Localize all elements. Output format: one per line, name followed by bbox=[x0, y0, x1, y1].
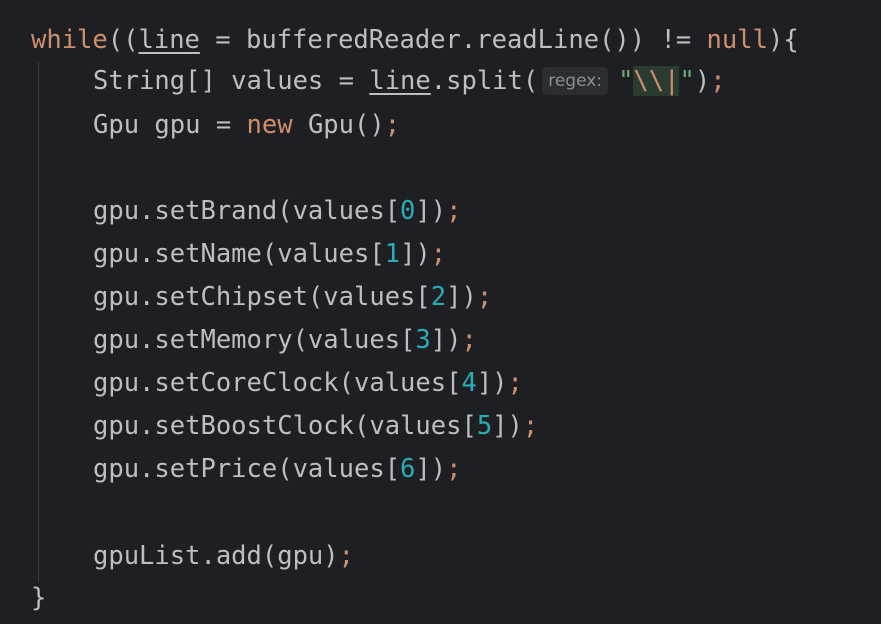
string-escape: \\| bbox=[633, 66, 680, 96]
variable-line: line bbox=[138, 25, 200, 55]
code-editor[interactable]: while((line = bufferedReader.readLine())… bbox=[0, 0, 881, 624]
semicolon: ; bbox=[710, 66, 726, 96]
string-quote: " bbox=[618, 66, 634, 96]
code-text: ]) bbox=[446, 282, 477, 312]
semicolon: ; bbox=[476, 282, 493, 312]
code-text: ){ bbox=[767, 25, 799, 55]
variable-line: line bbox=[369, 66, 431, 96]
semicolon: ; bbox=[338, 541, 354, 571]
code-text: gpu.setChipset(values[ bbox=[93, 282, 431, 312]
index-number: 4 bbox=[461, 368, 477, 398]
code-line-new-gpu[interactable]: Gpu gpu = new Gpu(); bbox=[93, 104, 400, 147]
semicolon: ; bbox=[522, 411, 539, 441]
code-text: gpu.setBrand(values[ bbox=[93, 196, 401, 226]
code-line-set-memory[interactable]: gpu.setMemory(values[3]); bbox=[93, 319, 477, 362]
code-text: Gpu() bbox=[292, 110, 385, 140]
indent-guide bbox=[38, 62, 39, 582]
semicolon: ; bbox=[384, 110, 401, 140]
code-line-set-name[interactable]: gpu.setName(values[1]); bbox=[93, 233, 446, 276]
code-text: ]) bbox=[415, 196, 447, 226]
code-line-while[interactable]: while((line = bufferedReader.readLine())… bbox=[31, 19, 799, 62]
semicolon: ; bbox=[430, 239, 447, 269]
code-text: gpu.setMemory(values[ bbox=[93, 325, 416, 355]
code-line-gpu-list-add[interactable]: gpuList.add(gpu); bbox=[93, 535, 354, 578]
code-text: = bufferedReader.readLine()) != bbox=[199, 25, 707, 55]
code-text: ) bbox=[694, 66, 711, 96]
semicolon: ; bbox=[507, 368, 523, 398]
keyword-new: new bbox=[246, 110, 293, 140]
code-text: gpu.setName(values[ bbox=[93, 239, 385, 269]
index-number: 3 bbox=[415, 325, 431, 355]
code-line-set-price[interactable]: gpu.setPrice(values[6]); bbox=[93, 448, 461, 491]
keyword-while: while bbox=[31, 25, 108, 55]
code-text: gpu.setCoreClock(values[ bbox=[93, 368, 462, 398]
code-text: Gpu gpu = bbox=[93, 110, 247, 140]
code-text: ]) bbox=[400, 239, 431, 269]
index-number: 1 bbox=[384, 239, 401, 269]
keyword-null: null bbox=[706, 25, 768, 55]
parameter-hint: regex: bbox=[542, 67, 609, 95]
index-number: 2 bbox=[430, 282, 447, 312]
semicolon: ; bbox=[446, 454, 462, 484]
code-line-set-brand[interactable]: gpu.setBrand(values[0]); bbox=[93, 190, 461, 233]
code-text: String[] values = bbox=[93, 66, 370, 96]
index-number: 5 bbox=[476, 411, 493, 441]
code-text: (( bbox=[107, 25, 139, 55]
code-text: ]) bbox=[430, 325, 462, 355]
code-text: ]) bbox=[492, 411, 523, 441]
code-line-split[interactable]: String[] values = line.split(regex: "\\|"… bbox=[93, 60, 726, 103]
closing-brace: } bbox=[31, 583, 47, 613]
code-line-set-boost-clock[interactable]: gpu.setBoostClock(values[5]); bbox=[93, 405, 538, 448]
code-text: gpu.setBoostClock(values[ bbox=[93, 411, 477, 441]
code-line-set-chipset[interactable]: gpu.setChipset(values[2]); bbox=[93, 276, 492, 319]
semicolon: ; bbox=[446, 196, 462, 226]
code-line-closing-brace[interactable]: } bbox=[31, 577, 46, 620]
code-line-set-core-clock[interactable]: gpu.setCoreClock(values[4]); bbox=[93, 362, 523, 405]
index-number: 6 bbox=[400, 454, 416, 484]
code-text: gpuList.add(gpu) bbox=[93, 541, 339, 571]
code-text: .split( bbox=[430, 66, 539, 96]
string-quote: " bbox=[679, 66, 695, 96]
code-text: ]) bbox=[415, 454, 447, 484]
code-text: ]) bbox=[476, 368, 508, 398]
semicolon: ; bbox=[461, 325, 477, 355]
index-number: 0 bbox=[400, 196, 416, 226]
code-text: gpu.setPrice(values[ bbox=[93, 454, 401, 484]
